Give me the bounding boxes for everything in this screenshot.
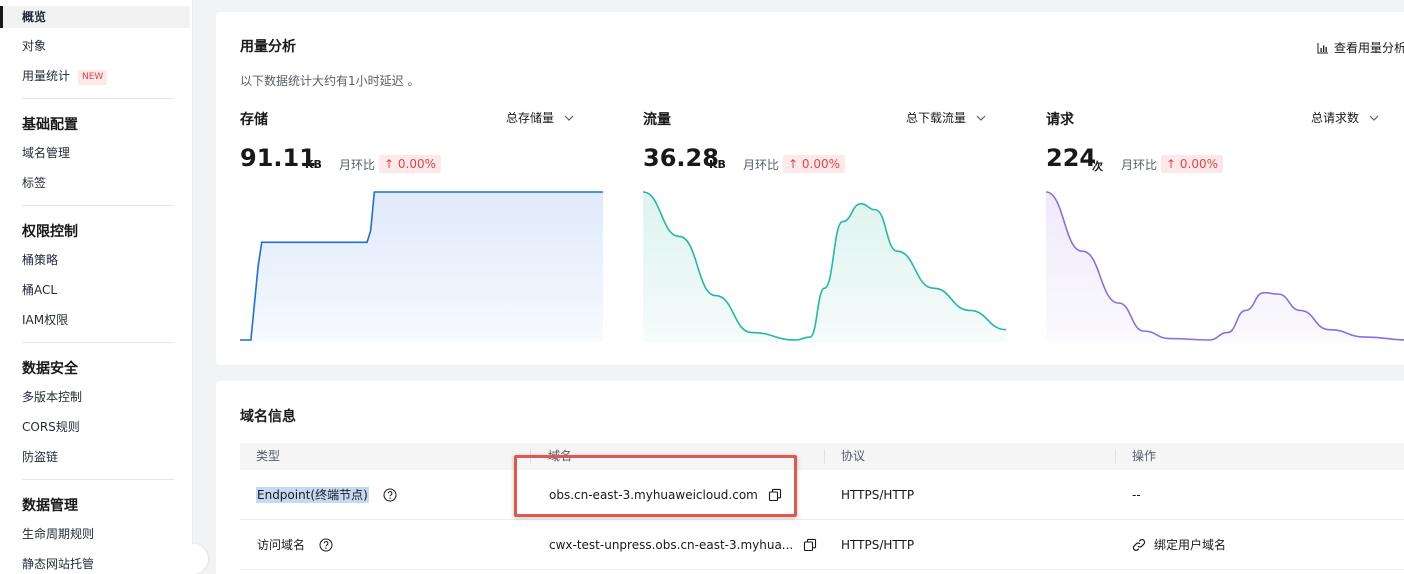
- metric-value: 36.28: [643, 144, 719, 172]
- new-badge: NEW: [78, 70, 108, 85]
- mom-change-badge: ↑ 0.00%: [1161, 155, 1223, 173]
- sidebar-divider: [22, 342, 174, 343]
- requests-metric-select[interactable]: 总请求数: [1311, 109, 1379, 126]
- table-row: Endpoint(终端节点) obs.cn-east-3.myhuaweiclo…: [240, 470, 1404, 520]
- sidebar-item-lifecycle[interactable]: 生命周期规则: [22, 523, 94, 545]
- chevron-down-icon: [1369, 115, 1379, 121]
- protocol-cell: HTTPS/HTTP: [841, 488, 915, 502]
- sidebar-item-tags[interactable]: 标签: [22, 172, 46, 194]
- traffic-metric-select[interactable]: 总下载流量: [906, 109, 986, 126]
- metric-unit: KB: [709, 158, 726, 171]
- metric-unit: KB: [305, 158, 322, 171]
- column-header-type: 类型: [256, 449, 281, 463]
- metric-storage: 存储 总存储量 91.11 KB 月环比 ↑ 0.00%: [240, 12, 603, 365]
- highlight-annotation-box: [514, 455, 797, 517]
- sidebar-divider: [22, 479, 174, 480]
- sidebar-item-static-website[interactable]: 静态网站托管: [22, 553, 94, 574]
- help-icon[interactable]: [319, 538, 333, 552]
- usage-analysis-card: 用量分析 以下数据统计大约有1小时延迟 。 查看用量分析 存储 总存储量 91.…: [216, 12, 1404, 365]
- sidebar-group-data-management: 数据管理: [22, 498, 78, 514]
- domain-table-header: 类型 域名 协议 操作: [240, 443, 1404, 470]
- sidebar-collapse-handle[interactable]: [190, 544, 208, 574]
- sidebar-divider: [22, 98, 174, 99]
- mom-change-badge: ↑ 0.00%: [783, 155, 845, 173]
- bind-user-domain-link[interactable]: 绑定用户域名: [1132, 520, 1226, 570]
- sidebar-item-bucket-acl[interactable]: 桶ACL: [22, 279, 57, 301]
- access-domain: cwx-test-unpress.obs.cn-east-3.myhua...: [549, 538, 794, 552]
- sidebar-item-bucket-policy[interactable]: 桶策略: [22, 249, 58, 271]
- endpoint-type-label: Endpoint(终端节点): [256, 487, 369, 503]
- column-header-protocol: 协议: [841, 449, 866, 463]
- sidebar-item-overview[interactable]: 概览: [0, 6, 190, 28]
- metric-traffic: 流量 总下载流量 36.28 KB 月环比 ↑ 0.00%: [643, 12, 1006, 365]
- column-separator: [824, 449, 825, 464]
- domain-info-card: 域名信息 类型 域名 协议 操作 Endpoint(终端节点) obs.cn-e…: [216, 381, 1404, 574]
- sidebar-item-objects[interactable]: 对象: [22, 35, 46, 57]
- metric-title: 存储: [240, 112, 268, 128]
- link-icon: [1132, 539, 1146, 551]
- trend-area: [1046, 192, 1404, 342]
- sidebar-item-cors[interactable]: CORS规则: [22, 416, 80, 438]
- mom-label: 月环比: [339, 158, 376, 172]
- domain-info-title: 域名信息: [240, 409, 296, 425]
- table-row: 访问域名 cwx-test-unpress.obs.cn-east-3.myhu…: [240, 520, 1404, 570]
- requests-trend-chart: [1046, 191, 1404, 342]
- metric-title: 请求: [1046, 112, 1074, 128]
- sidebar-item-iam[interactable]: IAM权限: [22, 309, 68, 331]
- chevron-down-icon: [976, 115, 986, 121]
- metric-unit: 次: [1092, 160, 1103, 173]
- sidebar-item-versioning[interactable]: 多版本控制: [22, 386, 82, 408]
- metric-requests: 请求 总请求数 224 次 月环比 ↑ 0.00%: [1046, 12, 1404, 365]
- column-separator: [1115, 449, 1116, 464]
- sidebar-divider: [22, 205, 174, 206]
- mom-label: 月环比: [1121, 158, 1158, 172]
- column-header-action: 操作: [1132, 449, 1157, 463]
- access-domain-type-label: 访问域名: [257, 538, 306, 552]
- sidebar-group-data-security: 数据安全: [22, 361, 78, 377]
- domain-cell: cwx-test-unpress.obs.cn-east-3.myhua...: [549, 520, 817, 570]
- action-cell: --: [1132, 488, 1141, 502]
- type-cell: Endpoint(终端节点): [256, 470, 397, 520]
- sidebar-group-basic-config: 基础配置: [22, 117, 78, 133]
- copy-icon[interactable]: [803, 538, 817, 552]
- storage-trend-chart: [240, 191, 603, 342]
- protocol-cell: HTTPS/HTTP: [841, 538, 915, 552]
- sidebar-item-domain-management[interactable]: 域名管理: [22, 142, 70, 164]
- sidebar-item-hotlink[interactable]: 防盗链: [22, 446, 58, 468]
- sidebar-item-usage-stats[interactable]: 用量统计 NEW: [22, 65, 108, 87]
- metric-title: 流量: [643, 112, 671, 128]
- mom-label: 月环比: [743, 158, 780, 172]
- mom-change-badge: ↑ 0.00%: [379, 155, 441, 173]
- sidebar-group-permissions: 权限控制: [22, 224, 78, 240]
- sidebar: 概览 对象 用量统计 NEW 基础配置 域名管理 标签 权限控制 桶策略 桶ACL…: [0, 0, 193, 574]
- type-cell: 访问域名: [257, 520, 333, 570]
- storage-metric-select[interactable]: 总存储量: [506, 109, 574, 126]
- trend-area: [240, 192, 603, 342]
- chevron-down-icon: [564, 115, 574, 121]
- traffic-trend-chart: [643, 191, 1006, 342]
- metric-value: 224: [1046, 144, 1097, 172]
- help-icon[interactable]: [383, 488, 397, 502]
